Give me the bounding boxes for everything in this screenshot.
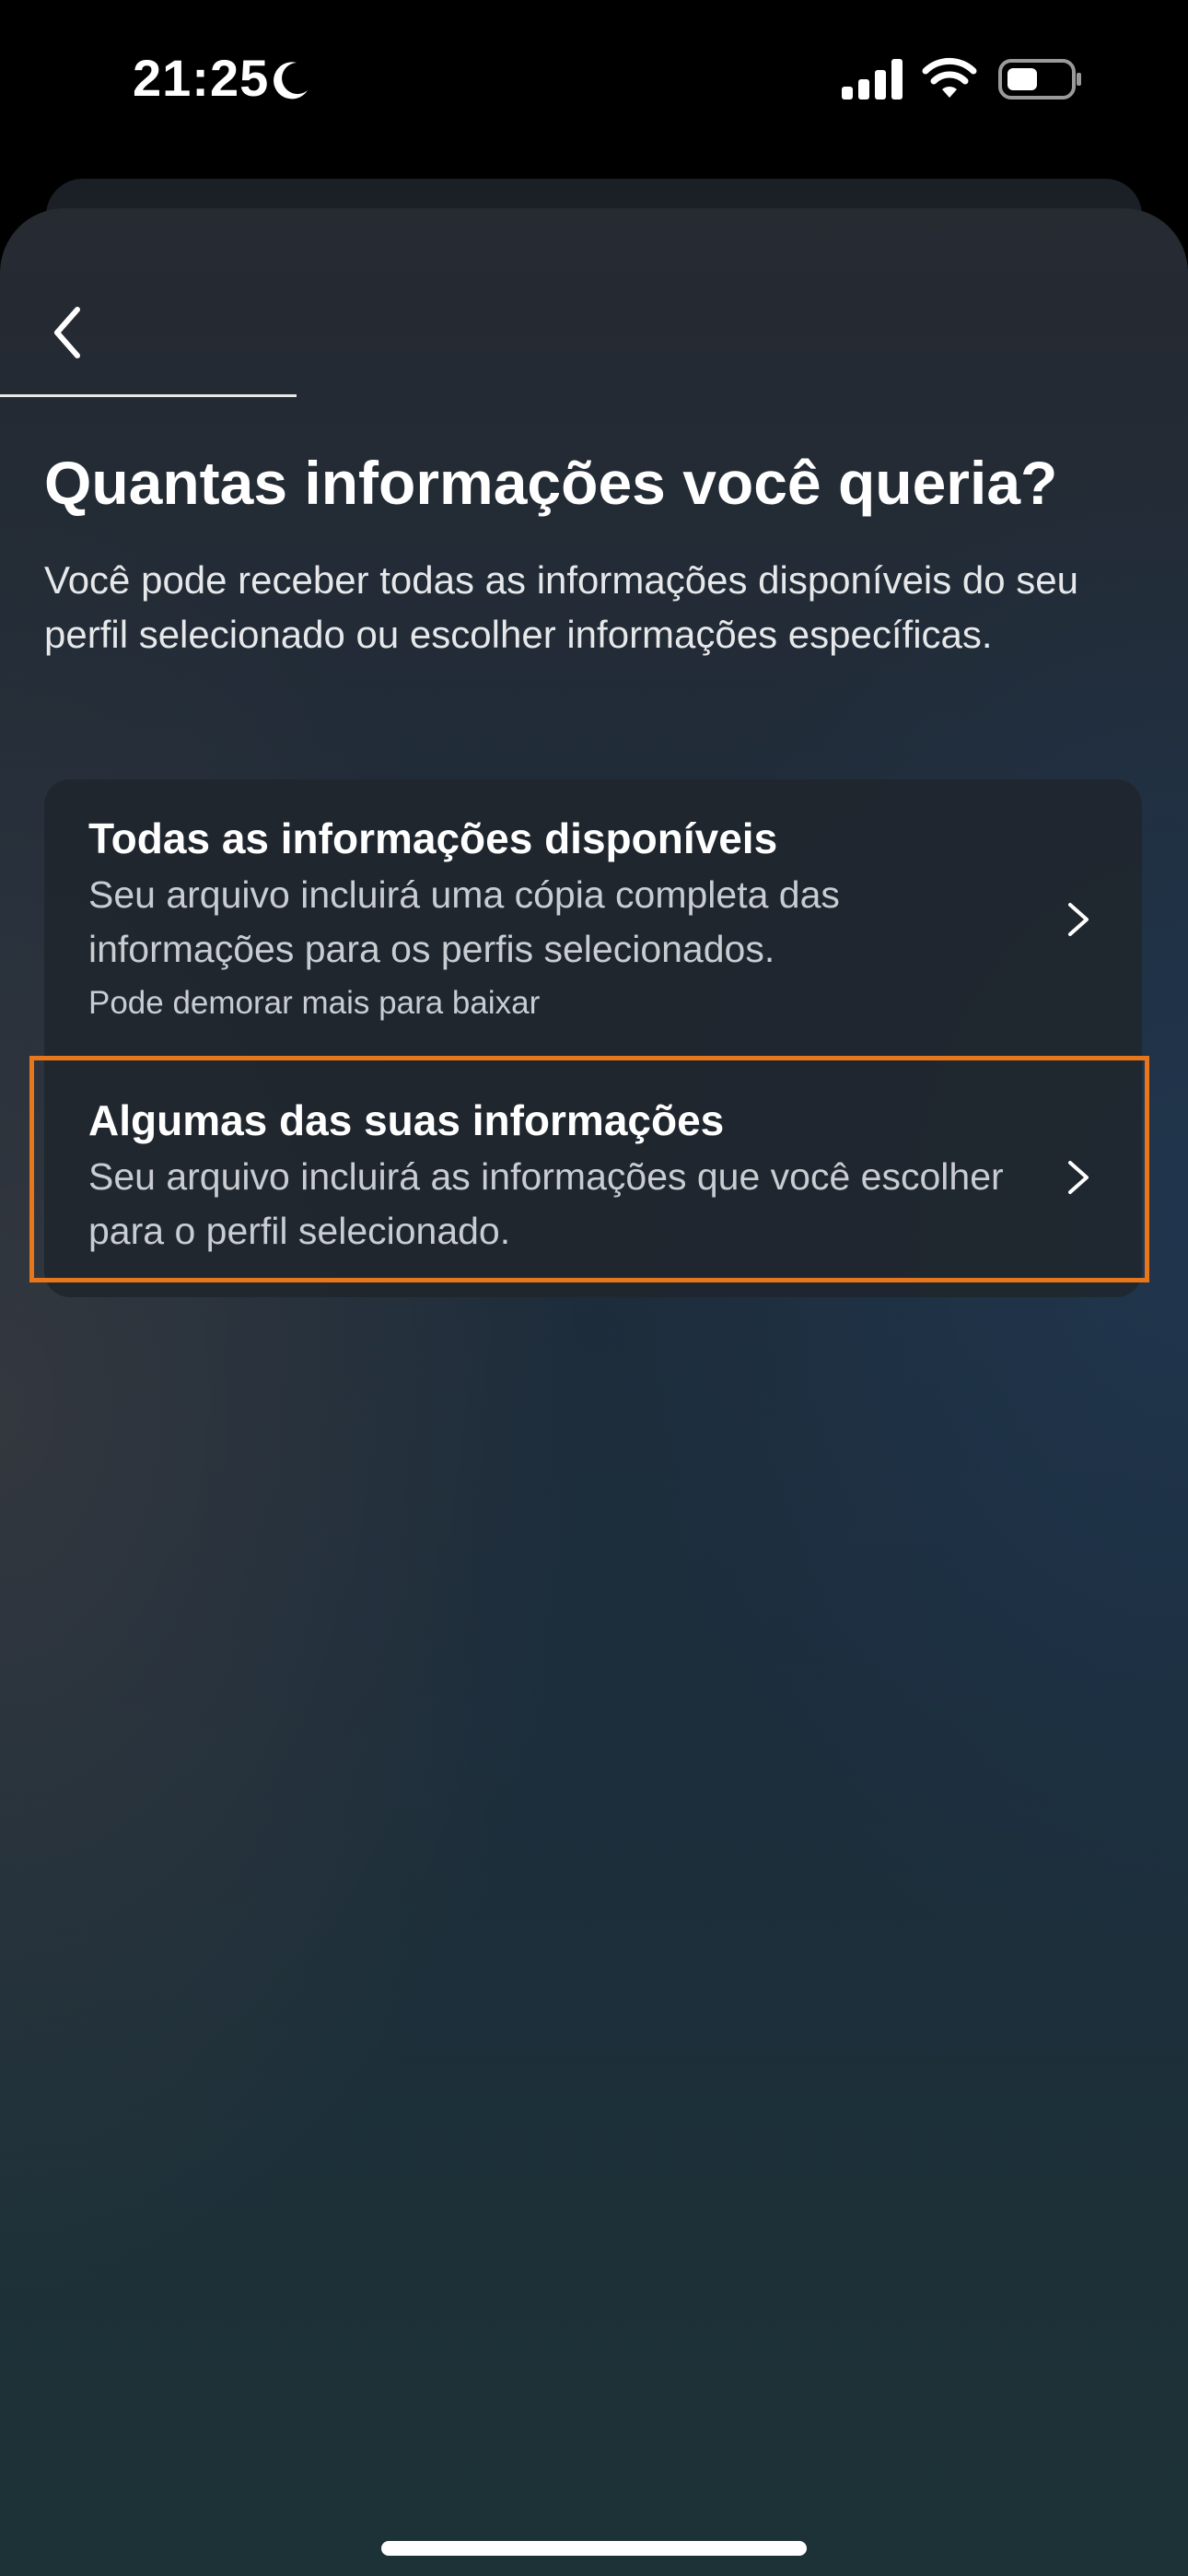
option-note: Pode demorar mais para baixar xyxy=(88,985,541,1021)
option-title: Todas as informações disponíveis xyxy=(88,814,778,862)
option-description: Seu arquivo incluirá as informações que … xyxy=(88,1155,1004,1252)
chevron-right-icon xyxy=(1068,903,1089,936)
back-button[interactable] xyxy=(37,291,101,374)
option-some-information[interactable]: Algumas das suas informações Seu arquivo… xyxy=(44,1061,1142,1297)
options-list: Todas as informações disponíveis Seu arq… xyxy=(29,779,1149,1297)
header-divider xyxy=(0,394,297,397)
chevron-left-icon xyxy=(54,307,80,358)
option-description: Seu arquivo incluirá uma cópia completa … xyxy=(88,873,840,970)
status-bar: 21:25 xyxy=(0,0,1188,166)
chevron-right-icon xyxy=(1068,1161,1089,1194)
signal-icon xyxy=(842,59,903,100)
main-sheet: Quantas informações você queria? Você po… xyxy=(0,208,1188,2576)
page-subtitle: Você pode receber todas as informações d… xyxy=(44,558,1079,656)
status-time: 21:25 xyxy=(133,49,270,107)
page-title: Quantas informações você queria? xyxy=(44,449,1058,517)
battery-icon xyxy=(998,59,1081,100)
moon-icon xyxy=(274,62,308,100)
option-title: Algumas das suas informações xyxy=(88,1096,725,1144)
screen: 21:25 Quantas informações você queria? V… xyxy=(0,0,1188,2576)
home-indicator[interactable] xyxy=(381,2541,807,2556)
wifi-icon xyxy=(922,57,977,98)
option-all-information[interactable]: Todas as informações disponíveis Seu arq… xyxy=(44,779,1142,1061)
